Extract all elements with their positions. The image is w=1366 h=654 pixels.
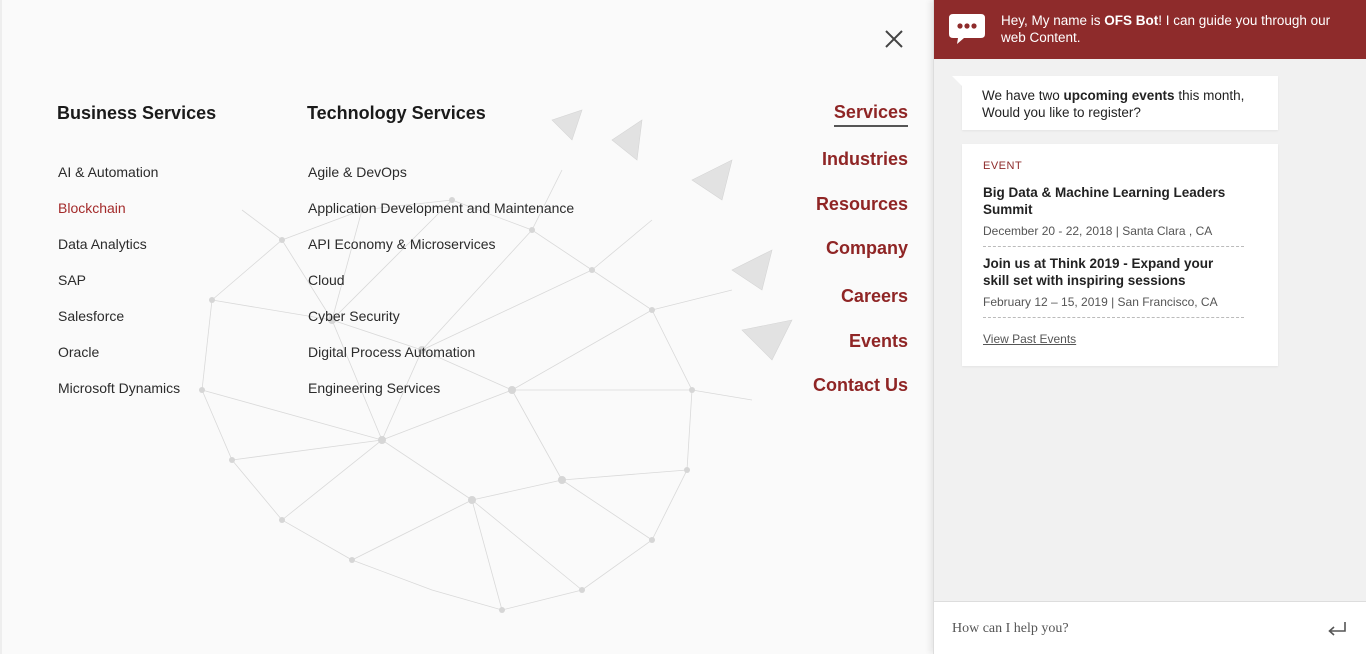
event-item[interactable]: Join us at Think 2019 - Expand your skil… [983,255,1244,318]
business-services-list: AI & Automation Blockchain Data Analytic… [58,163,180,415]
enter-return-icon[interactable] [1326,620,1348,638]
nav-contact-us-label: Contact Us [812,375,908,395]
event-label: EVENT [983,160,1023,172]
tech-item-api-economy[interactable]: API Economy & Microservices [308,235,574,271]
nav-company[interactable]: Company [813,238,908,286]
menu-overlay: Business Services AI & Automation Blockc… [0,0,933,654]
event-title[interactable]: Join us at Think 2019 - Expand your skil… [983,255,1244,289]
event-date-location: February 12 – 15, 2019 | San Francisco, … [983,295,1218,309]
nav-company-label: Company [825,238,908,258]
event-item[interactable]: Big Data & Machine Learning Leaders Summ… [983,184,1244,247]
event-title[interactable]: Big Data & Machine Learning Leaders Summ… [983,184,1244,218]
view-past-events-link[interactable]: View Past Events [983,332,1076,346]
chat-bubble-icon [949,14,985,44]
business-services-heading: Business Services [57,103,217,123]
business-item-ai-automation[interactable]: AI & Automation [58,163,180,199]
business-item-microsoft-dynamics[interactable]: Microsoft Dynamics [58,379,180,415]
message-highlight: upcoming events [1063,88,1175,103]
tech-item-cyber-security[interactable]: Cyber Security [308,307,574,343]
chat-input-bar [934,601,1366,654]
tech-item-agile-devops[interactable]: Agile & DevOps [308,163,574,199]
business-item-blockchain[interactable]: Blockchain [58,199,180,235]
business-item-sap[interactable]: SAP [58,271,180,307]
nav-events[interactable]: Events [813,331,908,375]
tech-item-digital-process-automation[interactable]: Digital Process Automation [308,343,574,379]
event-date-location: December 20 - 22, 2018 | Santa Clara , C… [983,224,1213,238]
message-text-start: We have two [982,88,1064,103]
business-item-salesforce[interactable]: Salesforce [58,307,180,343]
nav-services[interactable]: Services [813,102,908,149]
events-card: EVENT Big Data & Machine Learning Leader… [962,144,1278,366]
technology-services-list: Agile & DevOps Application Development a… [308,163,574,415]
nav-events-label: Events [848,331,908,351]
business-item-oracle[interactable]: Oracle [58,343,180,379]
nav-careers[interactable]: Careers [813,286,908,331]
bot-message: We have two upcoming events this month, … [952,76,1278,130]
nav-services-label: Services [833,102,908,127]
nav-contact-us[interactable]: Contact Us [813,375,908,398]
nav-industries-label: Industries [821,149,908,169]
close-icon[interactable] [882,27,906,51]
nav-resources[interactable]: Resources [813,194,908,238]
business-item-data-analytics[interactable]: Data Analytics [58,235,180,271]
tech-item-engineering-services[interactable]: Engineering Services [308,379,574,415]
chatbot-panel: Hey, My name is OFS Bot! I can guide you… [933,0,1366,654]
technology-services-heading: Technology Services [307,103,486,123]
chat-header: Hey, My name is OFS Bot! I can guide you… [934,0,1366,59]
chat-input[interactable] [952,616,1312,642]
tech-item-app-development[interactable]: Application Development and Maintenance [308,199,574,235]
tech-item-cloud[interactable]: Cloud [308,271,574,307]
main-navigation: Services Industries Resources Company Ca… [813,102,908,398]
bot-greeting: Hey, My name is OFS Bot! I can guide you… [1001,12,1341,46]
nav-industries[interactable]: Industries [813,149,908,194]
nav-careers-label: Careers [840,286,908,306]
nav-resources-label: Resources [815,194,908,214]
bot-name: OFS Bot [1104,13,1159,28]
greeting-text-start: Hey, My name is [1001,13,1105,28]
